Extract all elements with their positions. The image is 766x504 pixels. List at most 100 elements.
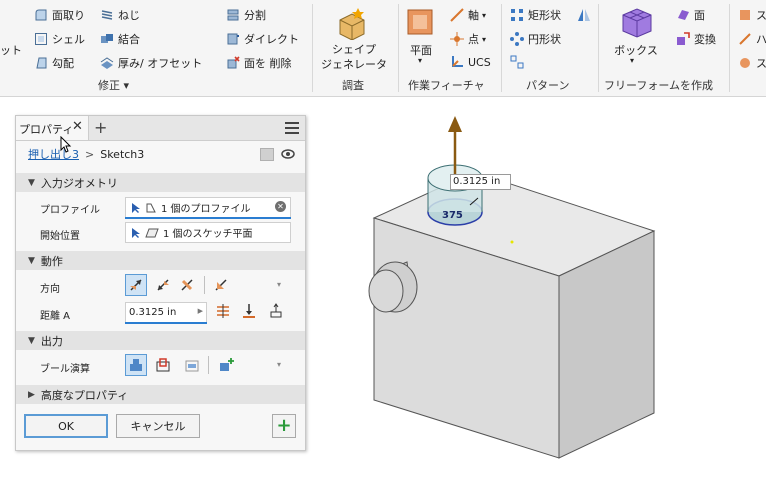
split-label: 分割 [244,9,266,22]
section-advanced[interactable]: ▶ 高度なプロパティ [16,385,305,404]
direct-button[interactable]: ダイレクト [226,31,299,47]
thicken-button[interactable]: 厚み/ オフセット [100,55,202,71]
to-next-icon [243,304,255,318]
distance-mode-button[interactable] [212,300,234,322]
ucs-label: UCS [468,55,491,69]
origin-marker [510,240,514,244]
ribbon-cut-item[interactable]: ット [0,42,22,58]
combine-button[interactable]: 結合 [100,31,140,47]
eye-icon[interactable] [281,148,295,160]
shape-generator-button[interactable] [334,6,370,41]
output-dropdown-icon[interactable]: ▾ [277,360,281,369]
fillet-button[interactable]: 面取り [34,7,85,23]
box-button[interactable] [619,5,655,41]
point-icon [450,32,464,46]
sketch-pattern-button[interactable] [510,55,524,72]
distance-input-tag[interactable]: 0.3125 in [450,174,511,190]
mirror-button[interactable] [576,7,592,26]
ribbon-right-item-3[interactable]: ス [738,55,766,71]
point-button[interactable]: 点 ▾ [450,31,486,47]
sketch-icon [740,58,750,68]
direction-dropdown-icon[interactable]: ▾ [277,280,281,289]
boolean-join-button[interactable] [125,354,147,376]
freeform-group-label: フリーフォームを作成 [604,79,714,92]
ribbon: ット 面取り ねじ 分割 シェル 結合 ダイレクト 勾配 厚み/ オフセット 面… [0,0,766,97]
section-output[interactable]: ▼ 出力 [16,331,305,350]
add-tab-icon[interactable]: + [94,118,107,137]
draft-button[interactable]: 勾配 [34,55,74,71]
pattern-group-label: パターン [526,79,570,92]
clear-icon[interactable]: ✕ [275,201,286,212]
panel-menu-icon[interactable] [285,122,299,134]
distance-menu-icon[interactable]: ▶ [198,307,203,315]
convert-button[interactable]: 変換 [676,31,716,47]
direction-flip-button[interactable] [152,274,174,296]
thread-icon [101,10,113,20]
axis-button[interactable]: 軸 ▾ [450,7,486,23]
face-button[interactable]: 面 [676,7,705,23]
thread-button[interactable]: ねじ [100,7,140,23]
tab-properties[interactable]: プロパティ ✕ [16,116,89,140]
direction-asymmetric-icon [215,279,227,291]
ok-button[interactable]: OK [24,414,108,438]
section-behavior[interactable]: ▼ 動作 [16,251,305,270]
delete-face-label: 面を 削除 [244,57,292,70]
distance-label: 距離 A [40,311,71,322]
properties-panel: プロパティ ✕ + 押し出し3 > Sketch3 ▼ 入力ジオメトリ プロファ… [15,115,306,451]
direction-asymmetric-button[interactable] [210,274,232,296]
profile-value: 1 個のプロファイル [161,204,251,215]
direction-symmetric-button[interactable] [176,274,198,296]
split-button[interactable]: 分割 [226,7,266,23]
expand-icon: ▶ [28,389,35,400]
rectangular-pattern-label: 矩形状 [528,9,561,22]
section-advanced-title: 高度なプロパティ [40,388,129,402]
apply-button[interactable]: + [272,414,296,438]
profile-selector[interactable]: 1 個のプロファイル ✕ [125,197,291,218]
thicken-label: 厚み/ オフセット [118,57,203,70]
boolean-cut-button[interactable] [152,354,174,376]
circular-pattern-button[interactable]: 円形状 [510,31,561,47]
modify-group-label[interactable]: 修正 ▾ [98,77,129,93]
ribbon-right-item-1[interactable]: ス [738,7,766,23]
ribbon-separator [398,4,399,92]
ribbon-separator [598,4,599,92]
breadcrumb: 押し出し3 > Sketch3 [28,146,144,162]
close-icon[interactable]: ✕ [72,119,83,134]
circular-pattern-icon [510,32,524,46]
work-features-group-label: 作業フィーチャ [408,79,485,92]
distance-mode-icon [217,304,229,318]
convert-icon [677,32,690,45]
plane-icon [407,9,433,35]
ribbon-separator [729,4,730,92]
boolean-intersect-button[interactable] [181,354,203,376]
start-value: 1 個のスケッチ平面 [163,229,253,240]
direction-default-button[interactable] [125,274,147,296]
plane-button[interactable] [405,6,437,40]
start-selector[interactable]: 1 個のスケッチ平面 [125,222,291,243]
axis-icon [450,8,464,22]
active-selector-underline [125,217,291,219]
distance-input[interactable]: 0.3125 in ▶ [125,302,207,323]
visibility-cube-icon[interactable] [260,148,274,161]
shell-button[interactable]: シェル [34,31,85,47]
section-output-title: 出力 [40,334,63,348]
sketch-icon [740,10,750,20]
collapse-icon: ▼ [28,335,35,346]
join-icon [130,359,142,371]
box-dropdown-icon[interactable]: ▾ [630,56,634,65]
section-input-geometry[interactable]: ▼ 入力ジオメトリ [16,173,305,192]
distance-input-underline [125,322,207,324]
ucs-button[interactable]: UCS [450,55,491,69]
to-next-button[interactable] [238,300,260,322]
freeform-box-icon [622,8,652,38]
plane-dropdown-icon[interactable]: ▾ [418,56,422,65]
rectangular-pattern-button[interactable]: 矩形状 [510,7,561,23]
ribbon-right-item-2[interactable]: ハ [738,31,766,47]
cancel-button[interactable]: キャンセル [116,414,200,438]
through-all-button[interactable] [265,300,287,322]
delete-face-button[interactable]: 面を 削除 [226,55,292,71]
new-solid-button[interactable] [215,354,237,376]
breadcrumb-current: Sketch3 [100,147,145,161]
select-arrow-icon [132,227,140,238]
sketch-pattern-icon [510,55,524,69]
